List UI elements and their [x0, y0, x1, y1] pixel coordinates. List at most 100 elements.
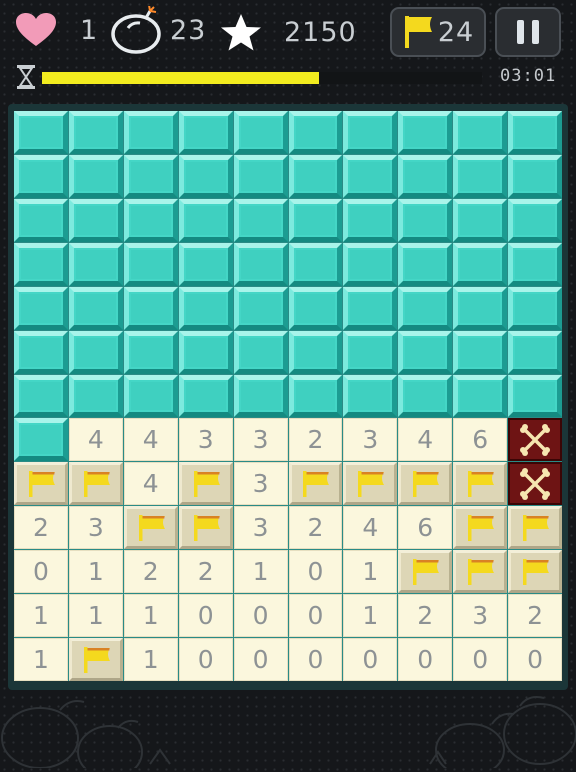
hidden-tile[interactable]	[233, 198, 288, 242]
hidden-tile[interactable]	[14, 286, 68, 330]
hidden-tile[interactable]	[123, 330, 178, 374]
revealed-tile[interactable]: 3	[68, 506, 123, 550]
hidden-tile[interactable]	[288, 111, 343, 154]
hidden-tile[interactable]	[178, 111, 233, 154]
revealed-tile[interactable]: 2	[288, 418, 343, 462]
pause-button[interactable]	[495, 7, 561, 57]
revealed-tile[interactable]: 0	[453, 638, 508, 681]
revealed-tile[interactable]: 1	[123, 594, 178, 638]
hidden-tile[interactable]	[398, 330, 453, 374]
flagged-tile[interactable]	[68, 638, 123, 681]
hidden-tile[interactable]	[68, 286, 123, 330]
hidden-tile[interactable]	[123, 154, 178, 198]
hidden-tile[interactable]	[288, 242, 343, 286]
hidden-tile[interactable]	[288, 198, 343, 242]
revealed-tile[interactable]: 1	[68, 594, 123, 638]
hidden-tile[interactable]	[398, 198, 453, 242]
revealed-tile[interactable]: 1	[68, 550, 123, 594]
flagged-tile[interactable]	[123, 506, 178, 550]
hidden-tile[interactable]	[178, 286, 233, 330]
hidden-tile[interactable]	[343, 330, 398, 374]
revealed-tile[interactable]: 0	[178, 638, 233, 681]
hidden-tile[interactable]	[508, 330, 562, 374]
hidden-tile[interactable]	[123, 242, 178, 286]
flagged-tile[interactable]	[14, 462, 68, 506]
hidden-tile[interactable]	[14, 198, 68, 242]
hidden-tile[interactable]	[343, 374, 398, 418]
hidden-tile[interactable]	[123, 198, 178, 242]
hidden-tile[interactable]	[14, 242, 68, 286]
hidden-tile[interactable]	[68, 154, 123, 198]
revealed-tile[interactable]: 0	[233, 594, 288, 638]
revealed-tile[interactable]: 3	[178, 418, 233, 462]
hidden-tile[interactable]	[68, 111, 123, 154]
revealed-tile[interactable]: 2	[508, 594, 562, 638]
hidden-tile[interactable]	[508, 374, 562, 418]
revealed-tile[interactable]: 3	[453, 594, 508, 638]
flagged-tile[interactable]	[398, 462, 453, 506]
hidden-tile[interactable]	[178, 330, 233, 374]
revealed-tile[interactable]: 0	[288, 594, 343, 638]
revealed-tile[interactable]: 1	[343, 594, 398, 638]
revealed-tile[interactable]: 4	[68, 418, 123, 462]
revealed-tile[interactable]: 6	[398, 506, 453, 550]
flagged-tile[interactable]	[178, 462, 233, 506]
revealed-tile[interactable]: 4	[123, 418, 178, 462]
hidden-tile[interactable]	[343, 242, 398, 286]
hidden-tile[interactable]	[453, 374, 508, 418]
revealed-tile[interactable]: 1	[123, 638, 178, 681]
revealed-tile[interactable]: 2	[398, 594, 453, 638]
hidden-tile[interactable]	[68, 374, 123, 418]
revealed-tile[interactable]: 2	[123, 550, 178, 594]
revealed-tile[interactable]: 0	[398, 638, 453, 681]
revealed-tile[interactable]: 0	[178, 594, 233, 638]
mine-tile[interactable]	[508, 462, 562, 506]
hidden-tile[interactable]	[123, 111, 178, 154]
hidden-tile[interactable]	[14, 330, 68, 374]
revealed-tile[interactable]: 0	[288, 550, 343, 594]
hidden-tile[interactable]	[398, 286, 453, 330]
hidden-tile[interactable]	[453, 242, 508, 286]
revealed-tile[interactable]: 1	[14, 594, 68, 638]
hidden-tile[interactable]	[178, 242, 233, 286]
hidden-tile[interactable]	[233, 154, 288, 198]
revealed-tile[interactable]: 4	[343, 506, 398, 550]
revealed-tile[interactable]: 0	[233, 638, 288, 681]
revealed-tile[interactable]: 2	[178, 550, 233, 594]
mine-tile[interactable]	[508, 418, 562, 462]
flagged-tile[interactable]	[343, 462, 398, 506]
hidden-tile[interactable]	[14, 111, 68, 154]
hidden-tile[interactable]	[233, 111, 288, 154]
flagged-tile[interactable]	[178, 506, 233, 550]
revealed-tile[interactable]: 3	[233, 462, 288, 506]
hidden-tile[interactable]	[14, 154, 68, 198]
hidden-tile[interactable]	[288, 154, 343, 198]
hidden-tile[interactable]	[508, 111, 562, 154]
hidden-tile[interactable]	[233, 374, 288, 418]
hidden-tile[interactable]	[343, 286, 398, 330]
revealed-tile[interactable]: 1	[14, 638, 68, 681]
revealed-tile[interactable]: 1	[233, 550, 288, 594]
hidden-tile[interactable]	[453, 111, 508, 154]
hidden-tile[interactable]	[508, 154, 562, 198]
hidden-tile[interactable]	[508, 198, 562, 242]
hidden-tile[interactable]	[178, 154, 233, 198]
hidden-tile[interactable]	[508, 242, 562, 286]
hidden-tile[interactable]	[14, 418, 68, 462]
revealed-tile[interactable]: 2	[288, 506, 343, 550]
revealed-tile[interactable]: 3	[343, 418, 398, 462]
hidden-tile[interactable]	[233, 330, 288, 374]
flagged-tile[interactable]	[453, 506, 508, 550]
hidden-tile[interactable]	[288, 374, 343, 418]
hidden-tile[interactable]	[398, 154, 453, 198]
revealed-tile[interactable]: 0	[343, 638, 398, 681]
flagged-tile[interactable]	[453, 462, 508, 506]
hidden-tile[interactable]	[398, 374, 453, 418]
hidden-tile[interactable]	[453, 330, 508, 374]
hidden-tile[interactable]	[123, 286, 178, 330]
hidden-tile[interactable]	[343, 111, 398, 154]
flag-mode-button[interactable]: 24	[390, 7, 486, 57]
revealed-tile[interactable]: 0	[288, 638, 343, 681]
hidden-tile[interactable]	[68, 198, 123, 242]
flagged-tile[interactable]	[398, 550, 453, 594]
